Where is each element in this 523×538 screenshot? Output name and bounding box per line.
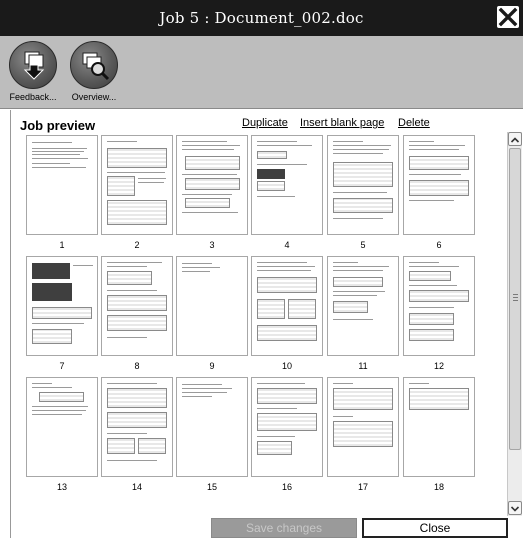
close-icon[interactable] <box>497 6 519 28</box>
page-number: 1 <box>59 240 65 250</box>
page-thumbnail[interactable]: 5 <box>327 135 399 250</box>
page-preview-image <box>176 256 248 356</box>
page-thumbnail[interactable]: 12 <box>403 256 475 371</box>
page-number: 14 <box>131 482 142 492</box>
page-preview-image <box>327 256 399 356</box>
scrollbar-thumb[interactable] <box>509 148 521 450</box>
page-preview-image <box>26 256 98 356</box>
page-thumbnail[interactable]: 15 <box>176 377 248 492</box>
save-changes-button[interactable]: Save changes <box>211 518 357 538</box>
page-thumbnail[interactable]: 7 <box>26 256 98 371</box>
page-thumbnail[interactable]: 1 <box>26 135 98 250</box>
page-thumbnail[interactable]: 16 <box>251 377 323 492</box>
feedback-icon <box>9 41 57 89</box>
chevron-down-icon <box>510 506 520 512</box>
page-number: 11 <box>358 361 368 371</box>
page-preview-image <box>251 377 323 477</box>
page-preview-image <box>403 135 475 235</box>
scroll-down-button[interactable] <box>508 501 522 515</box>
page-number: 6 <box>436 240 442 250</box>
page-preview-image <box>327 135 399 235</box>
page-number: 5 <box>360 240 366 250</box>
feedback-label: Feedback... <box>9 92 57 102</box>
overview-button[interactable]: Overview... <box>64 41 124 102</box>
page-preview-image <box>327 377 399 477</box>
page-preview-image <box>176 135 248 235</box>
page-thumbnail[interactable]: 2 <box>101 135 173 250</box>
page-thumbnail[interactable]: 8 <box>101 256 173 371</box>
page-preview-image <box>26 377 98 477</box>
job-preview-heading: Job preview <box>20 118 96 133</box>
scroll-up-button[interactable] <box>508 132 522 146</box>
insert-blank-page-link[interactable]: Insert blank page <box>300 117 384 129</box>
title-bar: Job 5 : Document_002.doc <box>0 0 523 36</box>
page-thumbnail[interactable]: 3 <box>176 135 248 250</box>
duplicate-link[interactable]: Duplicate <box>242 117 288 129</box>
page-thumbnail[interactable]: 14 <box>101 377 173 492</box>
page-number: 17 <box>357 482 368 492</box>
page-preview-image <box>26 135 98 235</box>
page-number: 18 <box>433 482 444 492</box>
page-number: 4 <box>284 240 290 250</box>
chevron-up-icon <box>510 137 520 143</box>
page-number: 3 <box>209 240 215 250</box>
page-preview-image <box>101 377 173 477</box>
page-number: 15 <box>206 482 217 492</box>
dialog-footer: Save changes Close <box>10 518 523 538</box>
page-thumbnail[interactable]: 6 <box>403 135 475 250</box>
page-number: 9 <box>209 361 215 371</box>
feedback-button[interactable]: Feedback... <box>3 41 63 102</box>
page-thumbnail[interactable]: 10 <box>251 256 323 371</box>
page-thumbnail[interactable]: 11 <box>327 256 399 371</box>
page-number: 2 <box>134 240 140 250</box>
toolbar: Feedback... Overview... <box>0 36 523 109</box>
page-preview-image <box>251 135 323 235</box>
page-number: 13 <box>56 482 67 492</box>
page-preview-image <box>403 256 475 356</box>
page-number: 7 <box>59 361 65 371</box>
page-preview-image <box>101 256 173 356</box>
overview-icon <box>70 41 118 89</box>
page-preview-image <box>403 377 475 477</box>
page-thumbnail[interactable]: 4 <box>251 135 323 250</box>
overview-label: Overview... <box>71 92 117 102</box>
page-number: 12 <box>433 361 444 371</box>
page-number: 10 <box>281 361 292 371</box>
page-preview-image <box>176 377 248 477</box>
window-title: Job 5 : Document_002.doc <box>159 9 364 27</box>
close-button[interactable]: Close <box>362 518 508 538</box>
page-number: 16 <box>281 482 292 492</box>
page-thumbnail[interactable]: 17 <box>327 377 399 492</box>
page-thumbnail[interactable]: 9 <box>176 256 248 371</box>
job-preview-panel: Job preview Duplicate Insert blank page … <box>10 110 523 538</box>
delete-link[interactable]: Delete <box>398 117 430 129</box>
page-thumbnail-grid: 1 2 3 4 5 6 7 8 9 10 11 12 13 14 15 16 1… <box>11 135 506 520</box>
vertical-scrollbar[interactable] <box>507 132 522 516</box>
page-thumbnail[interactable]: 13 <box>26 377 98 492</box>
page-preview-image <box>101 135 173 235</box>
page-number: 8 <box>134 361 140 371</box>
page-preview-image <box>251 256 323 356</box>
page-thumbnail[interactable]: 18 <box>403 377 475 492</box>
